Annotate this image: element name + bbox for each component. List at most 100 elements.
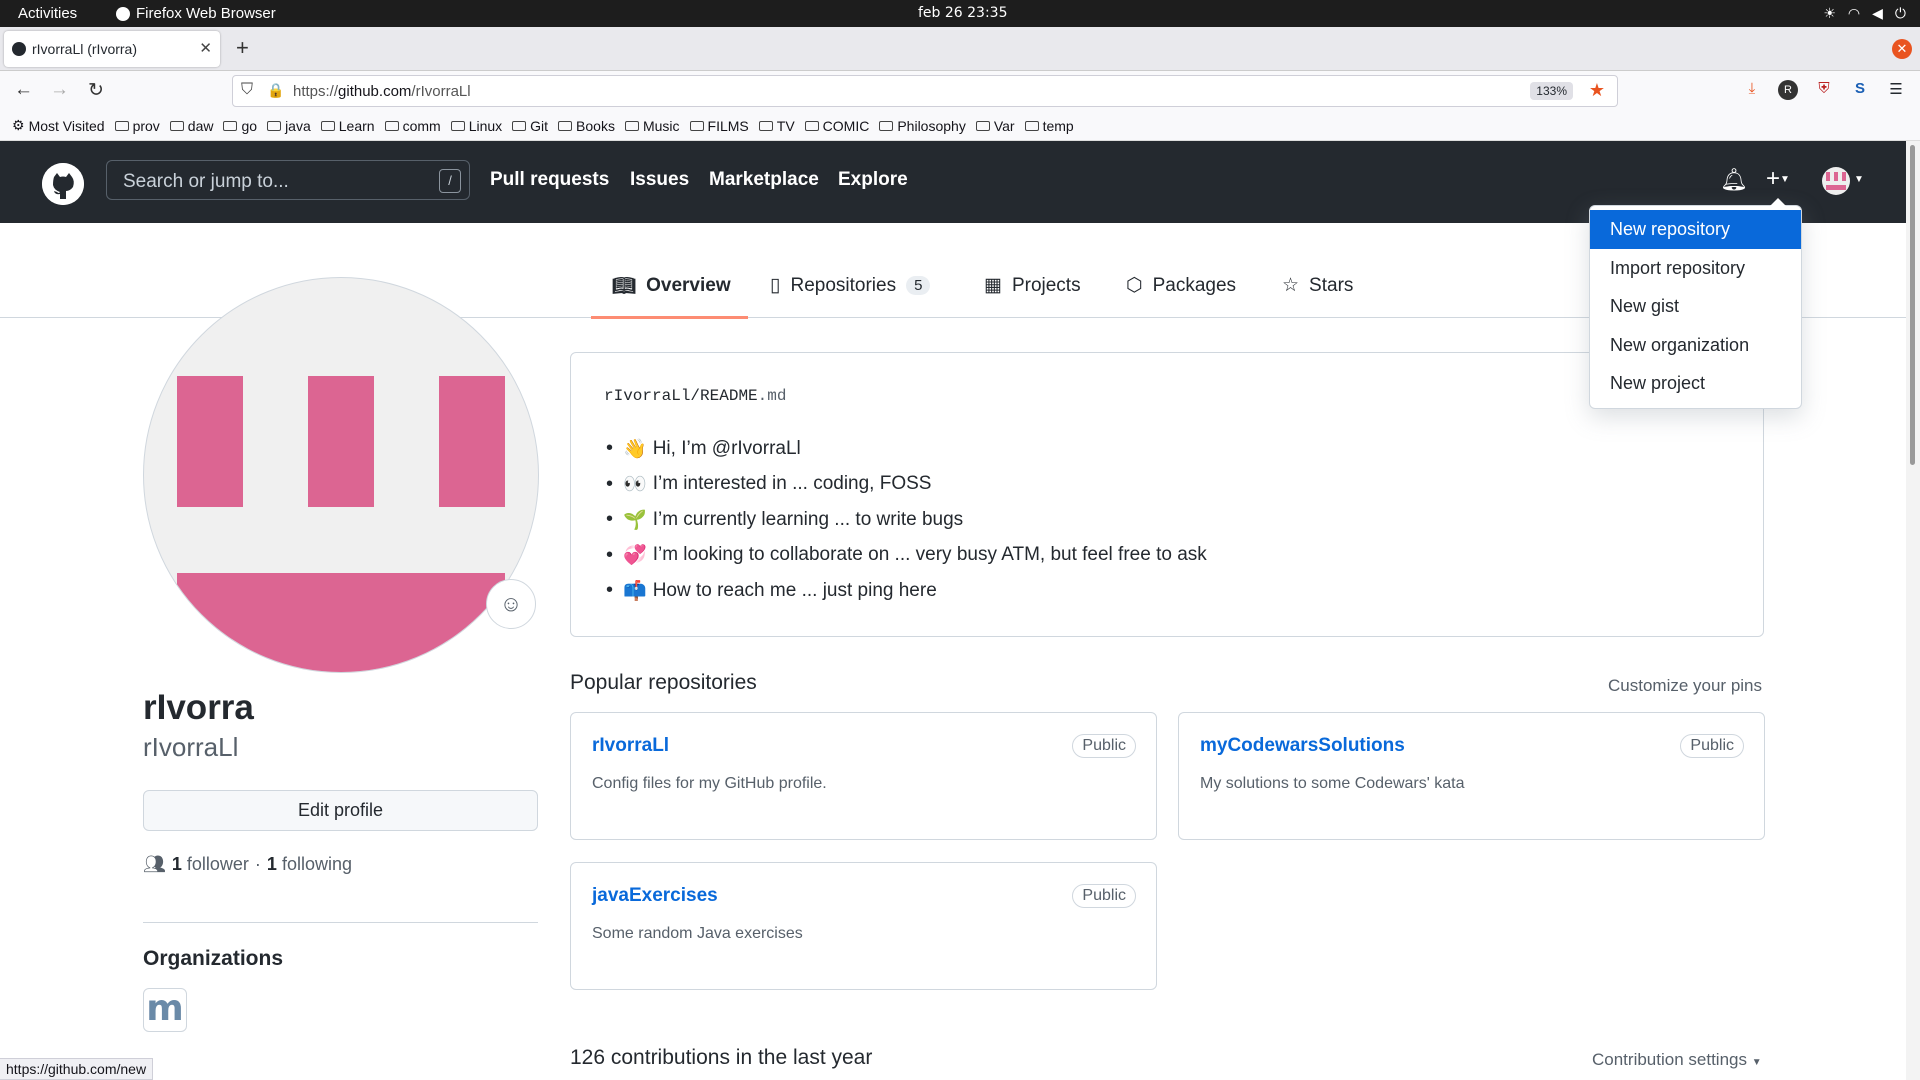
tab-repositories[interactable]: ▯ Repositories 5 bbox=[770, 274, 931, 297]
volume-icon: ◀ bbox=[1872, 5, 1883, 21]
user-avatar-menu[interactable] bbox=[1822, 167, 1850, 195]
new-tab-button[interactable]: + bbox=[236, 35, 249, 61]
create-new-menu: New repository Import repository New gis… bbox=[1589, 198, 1802, 409]
create-new-dropdown-button[interactable]: +▼ bbox=[1766, 165, 1790, 193]
repo-name-link[interactable]: javaExercises bbox=[592, 885, 718, 907]
menu-icon[interactable]: ☰ bbox=[1886, 80, 1906, 100]
folder-icon bbox=[689, 120, 704, 131]
folder-icon bbox=[1024, 120, 1039, 131]
readme-file-link[interactable]: README.md bbox=[700, 387, 786, 405]
list-item: 👋Hi, I’m @rIvorraLl bbox=[606, 431, 1207, 467]
bookmark-star-icon[interactable]: ★ bbox=[1589, 80, 1605, 101]
bookmark-most-visited[interactable]: ⚙ Most Visited bbox=[12, 117, 105, 134]
nav-marketplace[interactable]: Marketplace bbox=[709, 169, 819, 191]
visibility-badge: Public bbox=[1680, 734, 1744, 758]
browser-tab[interactable]: rIvorraLl (rIvorra) ✕ bbox=[4, 31, 220, 67]
bookmark-folder[interactable]: Linux bbox=[450, 118, 502, 134]
activities-button[interactable]: Activities bbox=[18, 5, 77, 22]
menu-item-import-repository[interactable]: Import repository bbox=[1590, 249, 1801, 288]
scrollbar-thumb[interactable] bbox=[1910, 145, 1915, 465]
back-icon[interactable]: ← bbox=[14, 79, 33, 101]
organization-avatar[interactable]: m bbox=[143, 988, 187, 1032]
zoom-level[interactable]: 133% bbox=[1530, 82, 1573, 100]
tab-strip: rIvorraLl (rIvorra) ✕ + ✕ bbox=[0, 27, 1920, 71]
followers-link[interactable]: 1 follower bbox=[172, 854, 249, 875]
bookmark-folder[interactable]: prov bbox=[114, 118, 160, 134]
customize-pins-link[interactable]: Customize your pins bbox=[1608, 676, 1762, 696]
tab-overview[interactable]: 📖︎ Overview bbox=[612, 274, 731, 298]
table-icon: ▦ bbox=[984, 275, 1002, 296]
bookmark-folder[interactable]: FILMS bbox=[689, 118, 749, 134]
tracking-shield-icon[interactable]: ⛉ bbox=[241, 81, 253, 99]
bookmark-folder[interactable]: Philosophy bbox=[879, 118, 966, 134]
repo-card: rIvorraLl Public Config files for my Git… bbox=[570, 712, 1157, 840]
window-close-button[interactable]: ✕ bbox=[1892, 39, 1912, 59]
tab-packages[interactable]: ⬡ Packages bbox=[1126, 274, 1236, 297]
readme-card: rIvorraLl/README.md 👋Hi, I’m @rIvorraLl … bbox=[570, 352, 1764, 637]
nav-pull-requests[interactable]: Pull requests bbox=[490, 169, 609, 191]
list-item: 🌱I’m currently learning ... to write bug… bbox=[606, 502, 1207, 538]
app-menu[interactable]: Firefox Web Browser bbox=[116, 5, 276, 22]
reload-icon[interactable]: ↻ bbox=[88, 79, 104, 102]
app-name: Firefox Web Browser bbox=[136, 5, 276, 22]
eyes-icon: 👀 bbox=[623, 474, 647, 496]
profile-username: rIvorraLl bbox=[143, 732, 239, 762]
extension-s-icon[interactable]: S bbox=[1850, 80, 1870, 100]
edit-profile-button[interactable]: Edit profile bbox=[143, 790, 538, 831]
tab-projects[interactable]: ▦ Projects bbox=[984, 274, 1081, 297]
contribution-settings-dropdown[interactable]: Contribution settings ▼ bbox=[1592, 1050, 1762, 1070]
url-text[interactable]: https://github.com/rIvorraLl bbox=[293, 83, 471, 100]
menu-item-new-project[interactable]: New project bbox=[1590, 364, 1801, 403]
notifications-bell-icon[interactable]: 🔔︎ bbox=[1720, 167, 1748, 193]
bookmark-folder[interactable]: Var bbox=[975, 118, 1015, 134]
url-bar[interactable]: ⛉ 🔒 https://github.com/rIvorraLl 133% ★ bbox=[232, 75, 1618, 107]
menu-item-new-gist[interactable]: New gist bbox=[1590, 287, 1801, 326]
folder-icon bbox=[223, 120, 238, 131]
bookmark-folder[interactable]: comm bbox=[384, 118, 441, 134]
navigation-bar: ← → ↻ ⛉ 🔒 https://github.com/rIvorraLl 1… bbox=[0, 71, 1920, 111]
github-logo-icon[interactable] bbox=[42, 163, 84, 205]
folder-icon bbox=[320, 120, 335, 131]
chevron-down-icon[interactable]: ▼ bbox=[1854, 174, 1864, 185]
bookmark-folder[interactable]: Learn bbox=[320, 118, 375, 134]
forward-icon[interactable]: → bbox=[50, 79, 69, 101]
contributions-heading: 126 contributions in the last year bbox=[570, 1046, 873, 1069]
clock[interactable]: feb 26 23:35 bbox=[918, 5, 1008, 21]
search-input[interactable]: Search or jump to... / bbox=[106, 160, 470, 200]
menu-item-new-organization[interactable]: New organization bbox=[1590, 326, 1801, 365]
bookmark-folder[interactable]: daw bbox=[169, 118, 213, 134]
lock-icon[interactable]: 🔒 bbox=[267, 82, 284, 99]
nav-explore[interactable]: Explore bbox=[838, 169, 908, 191]
set-status-smiley-icon[interactable]: ☺ bbox=[486, 579, 536, 629]
repo-name-link[interactable]: myCodewarsSolutions bbox=[1200, 735, 1405, 757]
nav-issues[interactable]: Issues bbox=[630, 169, 689, 191]
repo-description: Some random Java exercises bbox=[592, 925, 803, 942]
bookmark-folder[interactable]: Music bbox=[624, 118, 680, 134]
repo-name-link[interactable]: rIvorraLl bbox=[592, 735, 669, 757]
download-icon[interactable]: ⤓ bbox=[1742, 80, 1762, 100]
tab-stars[interactable]: ☆ Stars bbox=[1282, 274, 1353, 297]
profile-avatar[interactable] bbox=[143, 277, 539, 673]
bookmark-folder[interactable]: temp bbox=[1024, 118, 1074, 134]
system-tray[interactable]: ☀ ◠ ◀ ⏻ bbox=[1823, 5, 1906, 22]
bookmark-folder[interactable]: go bbox=[223, 118, 257, 134]
people-icon: 👥︎ bbox=[143, 854, 166, 874]
folder-icon bbox=[267, 120, 282, 131]
book-icon: 📖︎ bbox=[612, 276, 637, 297]
bookmark-folder[interactable]: Git bbox=[512, 118, 548, 134]
following-link[interactable]: 1 following bbox=[267, 854, 352, 875]
folder-icon bbox=[975, 120, 990, 131]
bookmark-folder[interactable]: TV bbox=[758, 118, 795, 134]
bookmark-folder[interactable]: java bbox=[267, 118, 311, 134]
menu-item-new-repository[interactable]: New repository bbox=[1590, 210, 1801, 249]
extension-r-icon[interactable]: R bbox=[1778, 80, 1798, 100]
repo-description: Config files for my GitHub profile. bbox=[592, 775, 827, 792]
tab-close-icon[interactable]: ✕ bbox=[199, 39, 212, 57]
bookmark-folder[interactable]: Books bbox=[558, 118, 615, 134]
wifi-icon: ◠ bbox=[1847, 5, 1861, 21]
page-scrollbar[interactable] bbox=[1906, 141, 1920, 1080]
ublock-icon[interactable]: ⛨ bbox=[1814, 80, 1834, 100]
readme-owner-link[interactable]: rIvorraLl bbox=[604, 387, 690, 405]
brightness-icon: ☀ bbox=[1823, 5, 1836, 21]
bookmark-folder[interactable]: COMIC bbox=[804, 118, 869, 134]
